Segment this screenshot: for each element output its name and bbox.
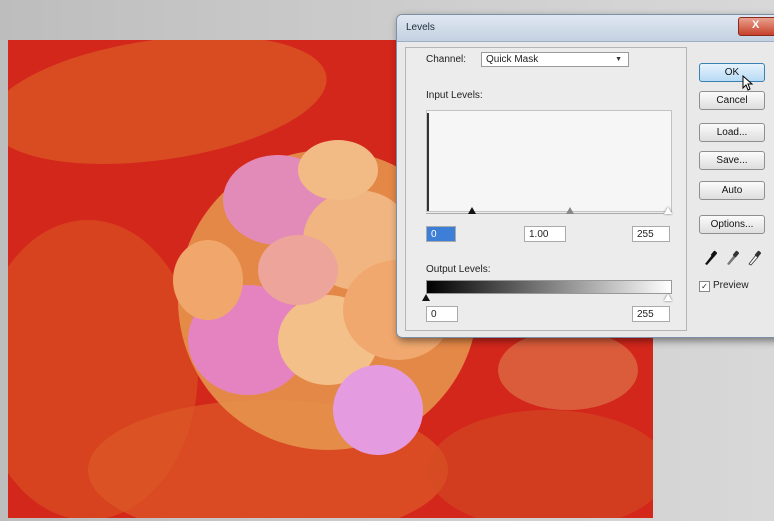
save-button[interactable]: Save... — [699, 151, 765, 170]
channel-label: Channel: — [426, 54, 467, 65]
input-black-field[interactable]: 0 — [426, 226, 456, 242]
dialog-title: Levels — [406, 22, 435, 33]
channel-value: Quick Mask — [486, 54, 539, 65]
output-levels-label: Output Levels: — [426, 264, 491, 275]
input-levels-label: Input Levels: — [426, 90, 483, 101]
eyedropper-black-icon[interactable] — [703, 250, 717, 266]
input-black-slider[interactable] — [468, 207, 476, 214]
levels-panel: Channel: Quick Mask ▼ Input Levels: 0 1.… — [405, 47, 687, 331]
input-white-field[interactable]: 255 — [632, 226, 670, 242]
auto-button[interactable]: Auto — [699, 181, 765, 200]
output-white-field[interactable]: 255 — [632, 306, 670, 322]
ok-button[interactable]: OK — [699, 63, 765, 82]
options-button[interactable]: Options... — [699, 215, 765, 234]
eyedropper-gray-icon[interactable] — [725, 250, 739, 266]
channel-select[interactable]: Quick Mask ▼ — [481, 52, 629, 67]
preview-label: Preview — [713, 280, 749, 291]
input-gamma-slider[interactable] — [566, 207, 574, 214]
output-black-field[interactable]: 0 — [426, 306, 458, 322]
input-white-slider[interactable] — [664, 207, 672, 214]
eyedropper-white-icon[interactable] — [747, 250, 761, 266]
chevron-down-icon: ▼ — [615, 56, 622, 63]
histogram — [426, 110, 672, 212]
close-icon: X — [752, 19, 760, 31]
input-slider-track — [426, 213, 670, 214]
dialog-titlebar[interactable]: Levels X — [397, 15, 774, 42]
cursor-icon — [742, 75, 754, 91]
levels-dialog: Levels X Channel: Quick Mask ▼ Input Lev… — [396, 14, 774, 338]
output-black-slider[interactable] — [422, 294, 430, 301]
output-white-slider[interactable] — [664, 294, 672, 301]
close-button[interactable]: X — [738, 17, 774, 36]
load-button[interactable]: Load... — [699, 123, 765, 142]
histogram-spike — [427, 113, 429, 211]
output-gradient-bar — [426, 280, 672, 294]
preview-checkbox[interactable]: ✓ — [699, 281, 710, 292]
input-gamma-field[interactable]: 1.00 — [524, 226, 566, 242]
cancel-button[interactable]: Cancel — [699, 91, 765, 110]
